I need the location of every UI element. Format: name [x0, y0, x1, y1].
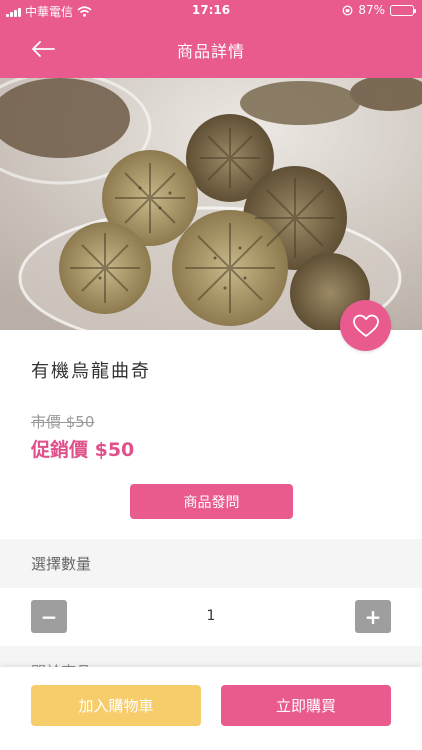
orientation-lock-icon: [342, 5, 353, 15]
increase-quantity-button[interactable]: +: [355, 600, 391, 633]
status-bar: 中華電信 17:16 87%: [0, 0, 422, 20]
ask-question-button[interactable]: 商品發問: [130, 484, 293, 519]
quantity-stepper: − 1 +: [0, 588, 422, 646]
quantity-section-header: 選擇數量: [0, 539, 422, 588]
nav-bar: 商品詳情: [0, 20, 422, 78]
product-name: 有機烏龍曲奇: [31, 361, 151, 382]
bottom-action-bar: 加入購物車 立即購買: [0, 667, 422, 750]
battery-percent: 87%: [358, 3, 385, 17]
page-title: 商品詳情: [176, 42, 245, 61]
promo-price: 促銷價 $50: [31, 439, 135, 461]
favorite-button[interactable]: [340, 300, 391, 351]
status-right: 87%: [342, 3, 416, 17]
product-image: [0, 78, 422, 330]
add-to-cart-button[interactable]: 加入購物車: [31, 685, 201, 726]
quantity-label: 選擇數量: [31, 555, 92, 573]
battery-icon: [390, 4, 416, 16]
heart-icon: [352, 314, 379, 337]
buy-now-button[interactable]: 立即購買: [221, 685, 391, 726]
market-price: 市價 $50: [31, 413, 95, 431]
